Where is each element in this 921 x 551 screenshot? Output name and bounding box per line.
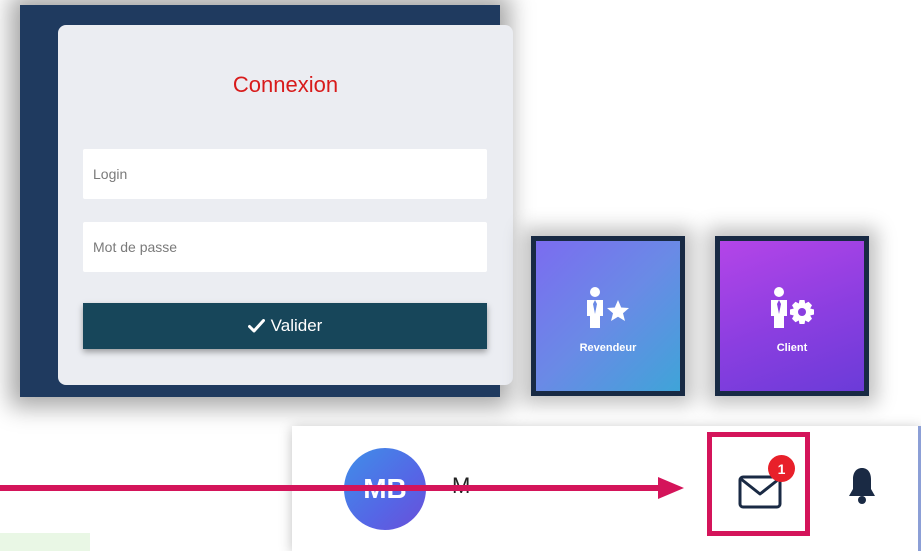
revendeur-tile[interactable]: Revendeur [536, 241, 680, 391]
submit-label: Valider [270, 316, 323, 335]
login-panel-frame: Connexion Valider [20, 5, 513, 397]
user-star-icon [585, 278, 631, 330]
password-input[interactable] [83, 222, 487, 272]
login-input[interactable] [83, 149, 487, 199]
user-gear-icon [769, 278, 815, 330]
submit-button[interactable]: Valider [83, 303, 487, 349]
messages-highlight-box: 1 [707, 432, 810, 536]
client-tile-frame: Client [715, 236, 869, 396]
checkmark-icon [247, 319, 265, 333]
green-strip [0, 533, 90, 551]
revendeur-label: Revendeur [579, 342, 637, 354]
bell-icon[interactable] [847, 466, 877, 511]
notification-count-badge: 1 [768, 455, 795, 482]
client-label: Client [776, 342, 808, 354]
login-card: Connexion Valider [58, 25, 513, 385]
annotation-arrow [0, 477, 684, 499]
client-tile[interactable]: Client [720, 241, 864, 391]
login-title: Connexion [232, 72, 339, 97]
revendeur-tile-frame: Revendeur [531, 236, 685, 396]
